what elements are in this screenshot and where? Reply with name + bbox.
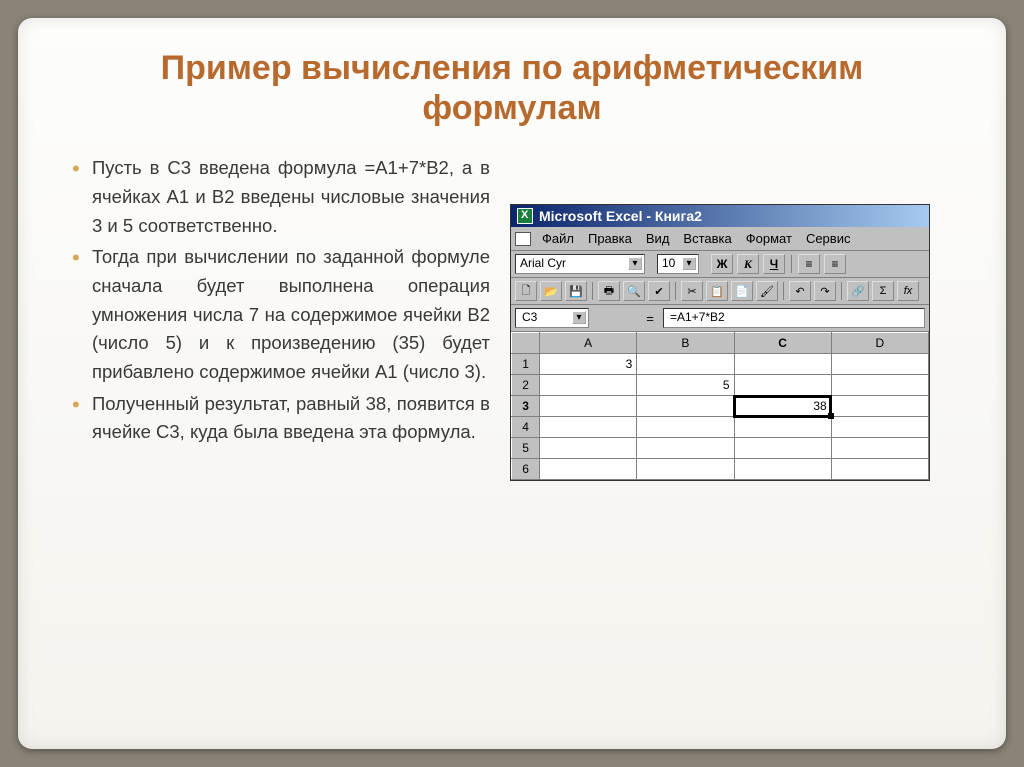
cell-B1[interactable] [637,354,734,375]
spreadsheet-grid[interactable]: A B C D 1 3 2 [511,332,929,480]
menu-tools[interactable]: Сервис [801,230,856,247]
cell-B6[interactable] [637,459,734,480]
separator [841,282,842,300]
print-button[interactable]: 🖶 [598,281,620,301]
save-button[interactable]: 💾 [565,281,587,301]
cell-C1[interactable] [734,354,831,375]
cell-D4[interactable] [831,417,928,438]
cell-D6[interactable] [831,459,928,480]
open-button[interactable]: 📂 [540,281,562,301]
menu-view[interactable]: Вид [641,230,675,247]
align-center-button[interactable]: ≡ [824,254,846,274]
select-all-corner[interactable] [512,333,540,354]
menu-file[interactable]: Файл [537,230,579,247]
row-header-3[interactable]: 3 [512,396,540,417]
new-button[interactable]: 🗋 [515,281,537,301]
excel-titlebar: Microsoft Excel - Книга2 [511,205,929,227]
row-header-4[interactable]: 4 [512,417,540,438]
format-painter-button[interactable]: 🖌 [756,281,778,301]
excel-menubar: Файл Правка Вид Вставка Формат Сервис [511,227,929,251]
slide: Пример вычисления по арифметическим форм… [18,18,1006,749]
spellcheck-button[interactable]: ✔ [648,281,670,301]
menu-insert[interactable]: Вставка [678,230,736,247]
cell-B5[interactable] [637,438,734,459]
underline-button[interactable]: Ч [763,254,785,274]
row-header-5[interactable]: 5 [512,438,540,459]
col-header-C[interactable]: C [734,333,831,354]
equals-label: = [641,311,659,326]
slide-title: Пример вычисления по арифметическим форм… [70,48,954,128]
menu-edit[interactable]: Правка [583,230,637,247]
cell-C3[interactable]: 38 [734,396,831,417]
separator [783,282,784,300]
col-header-A[interactable]: A [540,333,637,354]
cell-D1[interactable] [831,354,928,375]
document-icon [515,232,531,246]
cell-A6[interactable] [540,459,637,480]
row-header-2[interactable]: 2 [512,375,540,396]
text-column: Пусть в C3 введена формула =A1+7*B2, а в… [70,154,490,481]
bullet-item: Полученный результат, равный 38, появитс… [70,390,490,447]
excel-window: Microsoft Excel - Книга2 Файл Правка Вид… [510,204,930,481]
cell-A5[interactable] [540,438,637,459]
row-header-1[interactable]: 1 [512,354,540,375]
copy-button[interactable]: 📋 [706,281,728,301]
font-select[interactable]: Arial Cyr [515,254,645,274]
separator [592,282,593,300]
undo-button[interactable]: ↶ [789,281,811,301]
cell-C5[interactable] [734,438,831,459]
excel-standard-toolbar: 🗋 📂 💾 🖶 🔍 ✔ ✂ 📋 📄 🖌 ↶ ↷ 🔗 [511,278,929,305]
cell-B2[interactable]: 5 [637,375,734,396]
bold-button[interactable]: Ж [711,254,733,274]
italic-button[interactable]: К [737,254,759,274]
bullet-list: Пусть в C3 введена формула =A1+7*B2, а в… [70,154,490,447]
cell-D3[interactable] [831,396,928,417]
function-button[interactable]: fx [897,281,919,301]
excel-title: Microsoft Excel - Книга2 [539,208,702,224]
redo-button[interactable]: ↷ [814,281,836,301]
bullet-item: Пусть в C3 введена формула =A1+7*B2, а в… [70,154,490,240]
cell-B3[interactable] [637,396,734,417]
separator [791,255,792,273]
excel-formula-bar: C3 = =A1+7*B2 [511,305,929,332]
cell-D2[interactable] [831,375,928,396]
row-header-6[interactable]: 6 [512,459,540,480]
menu-format[interactable]: Формат [741,230,797,247]
excel-icon [517,208,533,224]
paste-button[interactable]: 📄 [731,281,753,301]
cut-button[interactable]: ✂ [681,281,703,301]
content-area: Пусть в C3 введена формула =A1+7*B2, а в… [70,154,954,481]
cell-C2[interactable] [734,375,831,396]
name-box[interactable]: C3 [515,308,589,328]
cell-C4[interactable] [734,417,831,438]
formula-input[interactable]: =A1+7*B2 [663,308,925,328]
cell-A1[interactable]: 3 [540,354,637,375]
col-header-D[interactable]: D [831,333,928,354]
cell-A3[interactable] [540,396,637,417]
col-header-B[interactable]: B [637,333,734,354]
cell-C6[interactable] [734,459,831,480]
cell-A2[interactable] [540,375,637,396]
align-left-button[interactable]: ≡ [798,254,820,274]
fontsize-select[interactable]: 10 [657,254,699,274]
hyperlink-button[interactable]: 🔗 [847,281,869,301]
preview-button[interactable]: 🔍 [623,281,645,301]
image-column: Microsoft Excel - Книга2 Файл Правка Вид… [510,154,954,481]
excel-format-toolbar: Arial Cyr 10 Ж К Ч ≡ ≡ [511,251,929,278]
cell-D5[interactable] [831,438,928,459]
cell-A4[interactable] [540,417,637,438]
cell-B4[interactable] [637,417,734,438]
autosum-button[interactable]: Σ [872,281,894,301]
separator [675,282,676,300]
bullet-item: Тогда при вычислении по заданной формуле… [70,243,490,386]
